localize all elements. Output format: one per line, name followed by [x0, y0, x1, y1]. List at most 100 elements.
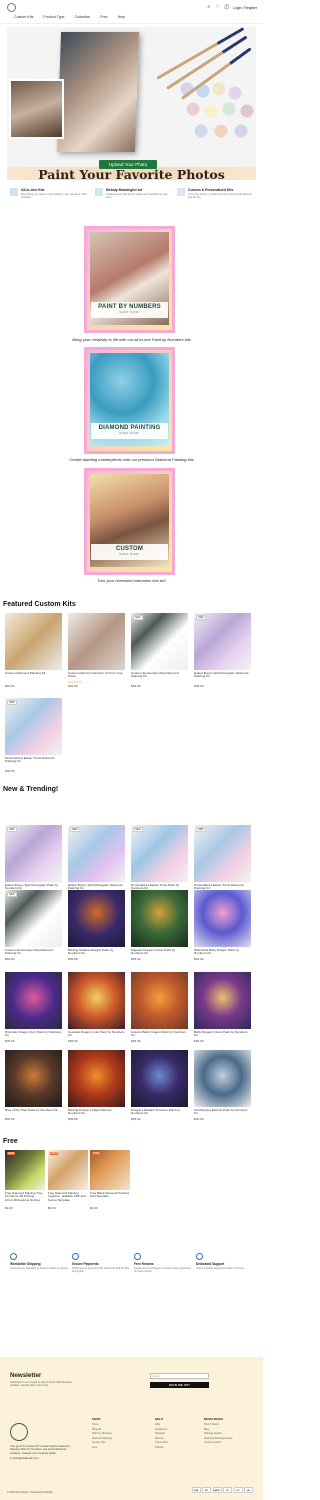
product-name: Custom Anniversary Map Diamond Painting …	[131, 671, 179, 679]
free-badge: FREE	[50, 1152, 59, 1155]
product-card[interactable]: FREE Free Blank Diamond Painting Grid Te…	[90, 1150, 130, 1210]
nav-custom-kits[interactable]: Custom Kits	[14, 15, 33, 19]
shop-now-link[interactable]: SHOP NOW!	[91, 553, 168, 556]
feature-desc: Turn your photos or ideas into one-of-a-…	[188, 193, 252, 200]
product-card[interactable]: Gold Eyeing Eternity Paint by Numbers Ki…	[194, 1050, 251, 1121]
product-price: $35.99	[194, 1038, 204, 1043]
newsletter-email-input[interactable]: Email	[150, 1373, 209, 1379]
visa-icon: VISA	[191, 1487, 201, 1493]
product-name: Majestic Dragon's Roar Paint by Numbers …	[131, 948, 176, 956]
product-card[interactable]: FREE Free Diamond Painting Tray Kit File…	[5, 1150, 45, 1210]
shipping-icon	[10, 1253, 17, 1260]
category-card-paint-by-numbers[interactable]: PAINT BY NUMBERS SHOP NOW!	[84, 226, 175, 333]
wishlist-icon[interactable]: ♡	[215, 5, 220, 10]
product-price: $35.99	[131, 956, 141, 961]
product-name: Free Diamond Painting Logbook - Editable…	[48, 1191, 86, 1202]
feature-title: Melody Meaningful Art	[106, 188, 143, 192]
nav-collection[interactable]: Collection	[74, 15, 90, 19]
product-image	[131, 1050, 188, 1107]
footer-col-shop: SHOP Home Shop All Paint by Numbers Diam…	[92, 1417, 140, 1450]
shop-now-link[interactable]: SHOP NOW!	[91, 432, 168, 435]
product-card[interactable]: Dragon's Radiant Treasure Paint by Numbe…	[131, 1050, 188, 1121]
shop-now-link[interactable]: SHOP NOW!	[91, 311, 168, 314]
product-price: $59.90	[5, 956, 15, 961]
product-card[interactable]: Majestic Dragon's Roar Paint by Numbers …	[131, 890, 188, 961]
product-card[interactable]: NEW Personalized Easter Truck Paint by Nu…	[131, 825, 188, 896]
service-title: Dedicated Support	[196, 1262, 225, 1266]
product-name: Blazing Dragon's Flight Paint by Numbers…	[68, 1108, 112, 1116]
product-price: $39.50	[194, 683, 204, 688]
nav-help[interactable]: Help	[118, 15, 125, 19]
product-card[interactable]: NEW Personalized Easter Truck Diamond Pai…	[194, 825, 251, 896]
footer-link[interactable]: Free	[92, 1446, 140, 1451]
product-card[interactable]: NEW Easter Bunny Split Monogram Diamond …	[194, 613, 251, 688]
product-price-row: $35.99	[68, 1117, 125, 1121]
login-link[interactable]: Login / Register	[233, 6, 257, 10]
newsletter-desc: Subscribe to our emails to stay in touch…	[10, 1381, 72, 1388]
product-card[interactable]: NEW Personalized Easter Truck Diamond Pa…	[5, 698, 62, 773]
product-price-row: $35.99	[5, 1117, 62, 1121]
product-card[interactable]: NEW Custom Anniversary Map Diamond Paint…	[131, 613, 188, 688]
search-icon[interactable]: ⌕	[206, 5, 211, 10]
product-price-row: $35.99	[68, 957, 125, 961]
copyright: © 2025 Artist Budin · Powered by Shopify	[7, 1491, 53, 1494]
product-card[interactable]: Custom Paint by Numbers Kit from Your Ph…	[68, 613, 125, 688]
product-image: NEW	[5, 890, 62, 947]
product-image: NEW	[5, 825, 62, 882]
product-price-row: $35.99	[131, 957, 188, 961]
product-card[interactable]: Blazing Shadow Dragon Paint by Numbers K…	[68, 890, 125, 961]
product-image: FREE	[48, 1150, 88, 1190]
product-price: $49.50	[5, 683, 15, 688]
product-price: $35.99	[68, 1038, 78, 1043]
new-badge: NEW	[70, 827, 80, 832]
applepay-icon: AP	[244, 1487, 253, 1493]
product-card[interactable]: NEW Easter Bunny Split Monogram Diamond P…	[68, 825, 125, 896]
upload-photo-button[interactable]: Upload Your Photo	[99, 160, 157, 169]
feature-desc: Everything you need to start painting—ki…	[21, 193, 87, 200]
product-image	[194, 972, 251, 1029]
product-price-row: $33.99	[194, 957, 251, 961]
product-name: Dragon's Radiant Treasure Paint by Numbe…	[131, 1108, 180, 1116]
product-price-row: $35.99	[131, 1117, 188, 1121]
product-image: NEW	[5, 698, 62, 755]
footer-link[interactable]: Policies	[155, 1446, 203, 1451]
product-card[interactable]: Whimsical Baby Dragon Paint by Numbers K…	[194, 890, 251, 961]
category-caption: Bring your creativity to life with our a…	[72, 337, 191, 342]
footer-logo[interactable]	[10, 1423, 28, 1441]
product-image: FREE	[5, 1150, 45, 1190]
product-price: $0.00	[48, 1205, 56, 1210]
product-card[interactable]: Blazing Dragon's Flight Paint by Numbers…	[68, 1050, 125, 1121]
cart-icon[interactable]: ◫	[224, 5, 229, 10]
product-price: $59.90	[131, 683, 141, 688]
category-band: CUSTOM SHOP NOW!	[91, 544, 168, 560]
footer-link[interactable]: Custom Guides	[204, 1441, 252, 1446]
secure-payment-icon	[72, 1253, 79, 1260]
site-logo[interactable]	[7, 3, 16, 12]
product-price: $33.99	[194, 956, 204, 961]
service-title: Worldwide Shipping	[10, 1262, 41, 1266]
amex-icon: AMEX	[212, 1487, 222, 1493]
product-card[interactable]: Baby Dragon's Glow Paint by Numbers Kit $…	[194, 972, 251, 1043]
product-card[interactable]: Autumn Baby Dragon Paint by Numbers Kit $…	[131, 972, 188, 1043]
nav-product-type[interactable]: Product Type	[43, 15, 64, 19]
product-image	[194, 890, 251, 947]
new-badge: NEW	[7, 892, 17, 897]
service-desc: Hassle-free exchanges or money-back guar…	[134, 1267, 191, 1274]
product-card[interactable]: FREE Free Diamond Painting Logbook - Edi…	[48, 1150, 88, 1210]
footer-brand: Your go-to for custom DIY art kits! Expl…	[10, 1423, 75, 1460]
newsletter-signup-button[interactable]: SIGN ME UP!	[150, 1382, 209, 1388]
product-price: $35.99	[68, 956, 78, 961]
footer-email[interactable]: ✉ hello@artistbudin.com	[10, 1457, 75, 1460]
product-card[interactable]: Celestial Dragon's Lair Paint by Numbers…	[68, 972, 125, 1043]
category-card-diamond-painting[interactable]: DIAMOND PAINTING SHOP NOW!	[84, 347, 175, 454]
product-card[interactable]: NEW Easter Bunny Split Monogram Paint by …	[5, 825, 62, 896]
product-card[interactable]: Rise of the Titan Paint by Numbers Kit $3…	[5, 1050, 62, 1121]
new-badge: NEW	[7, 700, 17, 705]
product-card[interactable]: Custom Diamond Painting Kit $49.50	[5, 613, 62, 688]
product-name: Celestial Dragon's Lair Paint by Numbers…	[68, 1030, 125, 1038]
product-card[interactable]: NEW Custom Anniversary Map Diamond Painti…	[5, 890, 62, 961]
category-card-custom[interactable]: CUSTOM SHOP NOW!	[84, 468, 175, 575]
nav-free[interactable]: Free	[100, 15, 107, 19]
product-card[interactable]: Prismatic Dragon Fury Paint by Numbers K…	[5, 972, 62, 1043]
heart-art-icon	[95, 188, 103, 196]
